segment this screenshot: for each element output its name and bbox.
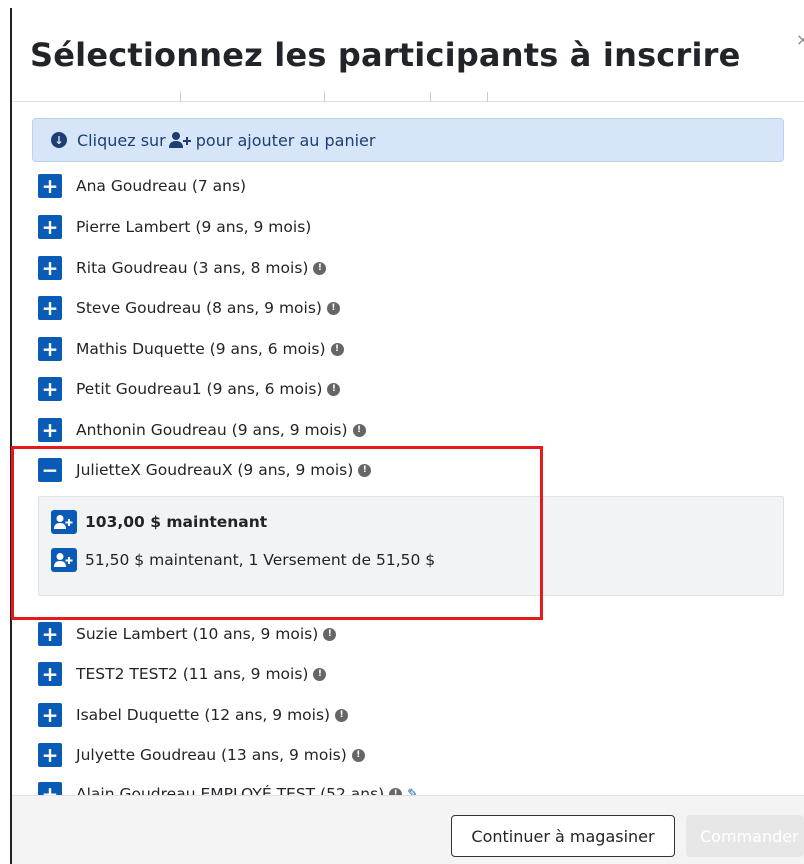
info-icon[interactable]: ! xyxy=(351,748,365,762)
add-participant-button[interactable]: + xyxy=(38,215,62,239)
continue-shopping-button[interactable]: Continuer à magasiner xyxy=(451,815,675,857)
participant-name: Pierre Lambert (9 ans, 9 mois) xyxy=(76,218,312,236)
participant-name: Julyette Goudreau (13 ans, 9 mois) xyxy=(76,746,347,764)
remove-participant-button[interactable]: − xyxy=(38,458,62,482)
info-icon[interactable]: ! xyxy=(313,261,327,275)
arrow-down-circle-icon: ↓ xyxy=(51,132,67,148)
participant-row: + Petit Goudreau1 (9 ans, 6 mois)! xyxy=(38,375,341,403)
close-icon[interactable]: × xyxy=(796,30,804,49)
price-option-split-label: 51,50 $ maintenant, 1 Versement de 51,50… xyxy=(85,551,436,569)
price-option-split[interactable]: 51,50 $ maintenant, 1 Versement de 51,50… xyxy=(51,547,435,573)
participant-name: Mathis Duquette (9 ans, 6 mois) xyxy=(76,340,326,358)
participant-name: Steve Goudreau (8 ans, 9 mois) xyxy=(76,299,322,317)
add-participant-button[interactable]: + xyxy=(38,337,62,361)
info-icon[interactable]: ! xyxy=(352,423,366,437)
participant-row: + Ana Goudreau (7 ans) xyxy=(38,172,246,200)
participant-name: TEST2 TEST2 (11 ans, 9 mois) xyxy=(76,665,309,683)
price-option-full-label: 103,00 $ maintenant xyxy=(85,513,268,531)
registration-modal: Sélectionnez les participants à inscrire… xyxy=(0,0,804,864)
participant-name: Ana Goudreau (7 ans) xyxy=(76,177,247,195)
participant-name: JulietteX GoudreauX (9 ans, 9 mois) xyxy=(76,461,354,479)
participant-row: + Mathis Duquette (9 ans, 6 mois)! xyxy=(38,335,344,363)
participant-name: Rita Goudreau (3 ans, 8 mois) xyxy=(76,259,309,277)
participant-row: + Pierre Lambert (9 ans, 9 mois) xyxy=(38,213,311,241)
order-button[interactable]: Commander xyxy=(686,815,804,857)
add-participant-button[interactable]: + xyxy=(38,662,62,686)
pricing-options-panel: 103,00 $ maintenant 51,50 $ maintenant, … xyxy=(38,496,784,596)
participant-name: Anthonin Goudreau (9 ans, 9 mois) xyxy=(76,421,348,439)
participant-name: Petit Goudreau1 (9 ans, 6 mois) xyxy=(76,380,323,398)
info-banner: ↓ Cliquez sur pour ajouter au panier xyxy=(32,118,784,162)
info-icon[interactable]: ! xyxy=(327,382,341,396)
participant-row: + Rita Goudreau (3 ans, 8 mois)! xyxy=(38,254,327,282)
user-plus-icon xyxy=(51,510,77,534)
banner-text-after: pour ajouter au panier xyxy=(195,130,376,150)
add-participant-button[interactable]: + xyxy=(38,703,62,727)
info-icon[interactable]: ! xyxy=(326,301,340,315)
participant-row: + Isabel Duquette (12 ans, 9 mois)! xyxy=(38,701,349,729)
participant-name: Isabel Duquette (12 ans, 9 mois) xyxy=(76,706,331,724)
participant-row: − JulietteX GoudreauX (9 ans, 9 mois)! xyxy=(38,456,372,484)
participant-row: + Suzie Lambert (10 ans, 9 mois)! xyxy=(38,620,337,648)
add-participant-button[interactable]: + xyxy=(38,174,62,198)
tab-strip-remnant xyxy=(12,92,804,104)
info-icon[interactable]: ! xyxy=(358,463,372,477)
window-edge xyxy=(10,8,12,864)
participant-name: Suzie Lambert (10 ans, 9 mois) xyxy=(76,625,319,643)
participant-row: + Julyette Goudreau (13 ans, 9 mois)! xyxy=(38,741,365,769)
info-icon[interactable]: ! xyxy=(313,667,327,681)
price-option-full[interactable]: 103,00 $ maintenant xyxy=(51,509,267,535)
info-icon[interactable]: ! xyxy=(330,342,344,356)
participant-row: + Steve Goudreau (8 ans, 9 mois)! xyxy=(38,294,340,322)
participant-row: + Anthonin Goudreau (9 ans, 9 mois)! xyxy=(38,416,366,444)
user-plus-icon xyxy=(51,548,77,572)
add-participant-button[interactable]: + xyxy=(38,622,62,646)
participant-row: + TEST2 TEST2 (11 ans, 9 mois)! xyxy=(38,660,327,688)
modal-header: Sélectionnez les participants à inscrire… xyxy=(12,0,804,102)
add-participant-button[interactable]: + xyxy=(38,418,62,442)
info-icon[interactable]: ! xyxy=(323,627,337,641)
add-participant-button[interactable]: + xyxy=(38,743,62,767)
modal-title: Sélectionnez les participants à inscrire xyxy=(30,36,741,74)
info-icon[interactable]: ! xyxy=(335,708,349,722)
modal-footer: Continuer à magasiner Commander xyxy=(12,795,804,864)
add-participant-button[interactable]: + xyxy=(38,256,62,280)
banner-text-before: Cliquez sur xyxy=(77,130,166,150)
user-plus-icon xyxy=(168,131,194,149)
add-participant-button[interactable]: + xyxy=(38,377,62,401)
add-participant-button[interactable]: + xyxy=(38,296,62,320)
